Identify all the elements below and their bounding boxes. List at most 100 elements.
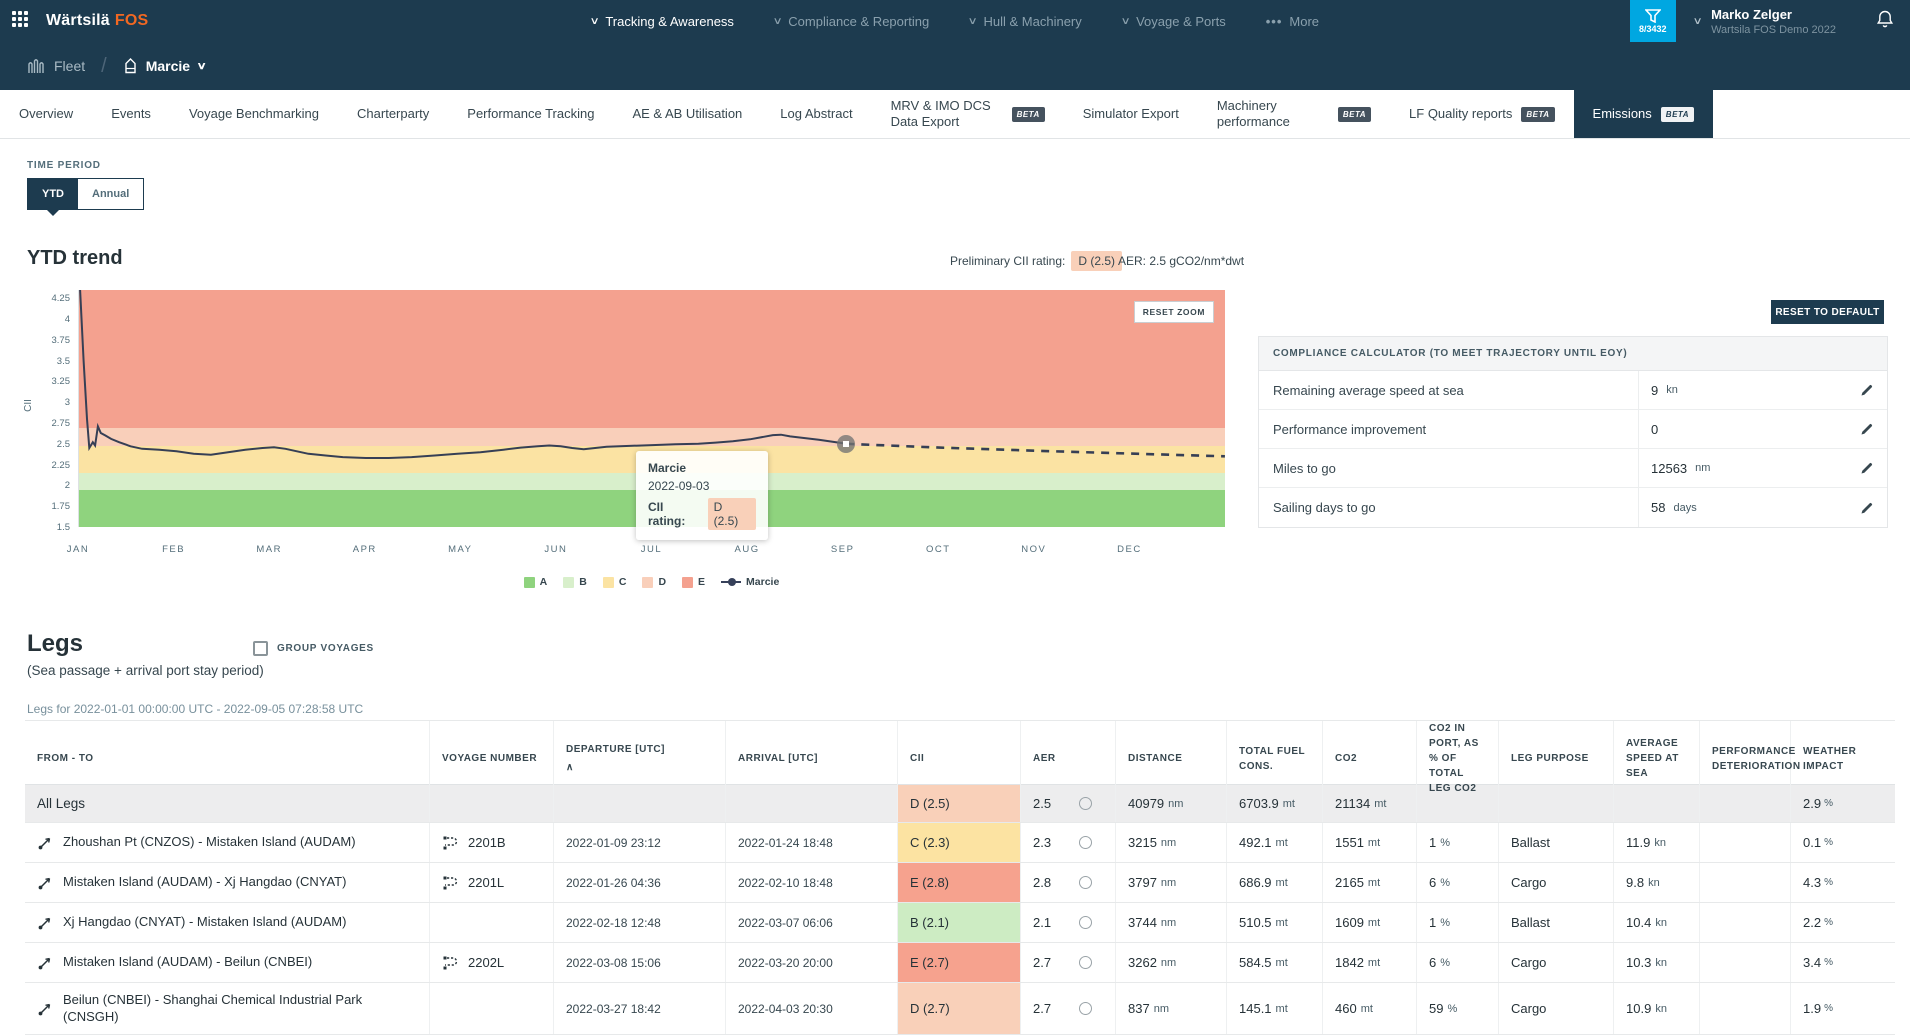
unit: mt [1276,957,1288,969]
chevron-down-icon: ∨ [590,16,600,27]
apps-grid-icon[interactable] [12,11,32,31]
table-row[interactable]: Xj Hangdao (CNYAT) - Mistaken Island (AU… [25,903,1895,943]
nav-item-tracking-awareness[interactable]: ∨Tracking & Awareness [591,14,734,29]
nav-item-label: Hull & Machinery [984,14,1082,29]
cell-weather-impact: 2.9% [1791,785,1895,822]
cell-total-fuel: 6703.9mt [1227,785,1323,822]
edit-button[interactable] [1847,501,1887,515]
table-row-all-legs[interactable]: All LegsD (2.5)2.540979nm6703.9mt21134mt… [25,785,1895,823]
fleet-filter-button[interactable]: 8/3432 [1630,0,1676,42]
time-period-option-ytd[interactable]: YTD [28,179,78,209]
reset-zoom-button[interactable]: RESET ZOOM [1134,301,1214,323]
edit-button[interactable] [1847,461,1887,475]
checkbox[interactable] [253,641,268,656]
user-menu[interactable]: Marko Zelger Wartsila FOS Demo 2022 [1711,7,1836,36]
unit: mt [1368,917,1380,929]
tab-label: Charterparty [357,106,429,122]
chevron-down-icon[interactable]: ∨ [1692,16,1702,27]
tooltip-vessel: Marcie [648,461,756,475]
percent-sign: % [1824,1003,1833,1014]
speed-value: 10.3 [1626,955,1651,970]
tab-performance-tracking[interactable]: Performance Tracking [448,90,613,138]
time-period-option-annual[interactable]: Annual [78,179,143,209]
reset-to-default-button[interactable]: RESET TO DEFAULT [1771,300,1884,324]
tab-simulator-export[interactable]: Simulator Export [1064,90,1198,138]
from-to-text: Zhoushan Pt (CNZOS) - Mistaken Island (A… [63,834,356,851]
tab-overview[interactable]: Overview [0,90,92,138]
cell-total-fuel: 510.5mt [1227,903,1323,942]
info-icon[interactable] [1079,1002,1092,1015]
table-row[interactable]: Mistaken Island (AUDAM) - Xj Hangdao (CN… [25,863,1895,903]
cii-trend-chart[interactable]: RESET ZOOM Marcie 2022-09-03 CII rating:… [78,290,1225,527]
info-icon[interactable] [1079,797,1092,810]
app-logo: WärtsiläFOS [46,12,148,30]
notifications-bell-icon[interactable] [1876,9,1894,34]
chart-legend: ABCDEMarcie [78,576,1225,588]
cell-weather-impact: 0.1% [1791,823,1895,862]
aer-value: 2.7 [1033,1001,1051,1016]
chevron-down-icon: ∨ [772,16,782,27]
table-row[interactable]: Beilun (CNBEI) - Shanghai Chemical Indus… [25,983,1895,1035]
cell-leg-purpose [1499,785,1614,822]
tab-machinery-performance[interactable]: Machinery performanceBETA [1198,90,1390,138]
nav-item-more[interactable]: •••More [1266,14,1319,29]
vessel-selector[interactable]: Marcie ∨ [123,58,206,74]
weather-impact-value: 2.2 [1803,915,1821,930]
unit: mt [1368,837,1380,849]
tab-mrv-imo-dcs-data-export[interactable]: MRV & IMO DCS Data ExportBETA [872,90,1064,138]
voyage-icon [442,875,459,891]
info-icon[interactable] [1079,956,1092,969]
tab-charterparty[interactable]: Charterparty [338,90,448,138]
cell-distance: 3215nm [1116,823,1227,862]
cell-arrival: 2022-04-03 20:30 [726,983,898,1034]
tab-lf-quality-reports[interactable]: LF Quality reportsBETA [1390,90,1574,138]
legend-item-a: A [524,576,548,588]
y-tick: 1.75 [24,501,70,512]
vessel-name: Marcie [146,58,190,74]
value: 3797 [1128,875,1157,890]
legend-item-e: E [682,576,705,588]
voyage-icon [442,835,459,851]
cell-voyage-number: 2201B [430,823,554,862]
cell-cii: D (2.7) [898,983,1021,1034]
edit-button[interactable] [1847,422,1887,436]
top-app-bar: WärtsiläFOS ∨Tracking & Awareness ∨Compli… [0,0,1910,42]
x-axis-labels: JANFEBMARAPRMAYJUNJULAUGSEPOCTNOVDEC [78,544,1225,558]
table-row[interactable]: Zhoushan Pt (CNZOS) - Mistaken Island (A… [25,823,1895,863]
unit: mt [1276,1003,1288,1015]
edit-button[interactable] [1847,383,1887,397]
cell-performance-deterioration [1700,823,1791,862]
tab-ae-ab-utilisation[interactable]: AE & AB Utilisation [613,90,761,138]
nav-item-voyage-ports[interactable]: ∨Voyage & Ports [1122,14,1226,29]
tab-events[interactable]: Events [92,90,170,138]
cell-co2: 2165mt [1323,863,1417,902]
tab-voyage-benchmarking[interactable]: Voyage Benchmarking [170,90,338,138]
nav-item-hull-machinery[interactable]: ∨Hull & Machinery [969,14,1082,29]
time-period-label: TIME PERIOD [27,160,101,171]
info-icon[interactable] [1079,876,1092,889]
value: 1842 [1335,955,1364,970]
cell-voyage-number: 2201L [430,863,554,902]
legs-subtitle: (Sea passage + arrival port stay period) [27,663,264,678]
group-voyages-checkbox[interactable]: GROUP VOYAGES [253,641,374,656]
speed-value: 11.9 [1626,835,1650,850]
weather-impact-value: 3.4 [1803,955,1821,970]
info-icon[interactable] [1079,916,1092,929]
legend-label: B [579,576,587,588]
nav-item-compliance-reporting[interactable]: ∨Compliance & Reporting [774,14,929,29]
aer-value: 2.7 [1033,955,1051,970]
tab-emissions[interactable]: EmissionsBETA [1574,90,1713,138]
unit: kn [1655,1003,1667,1015]
info-icon[interactable] [1079,836,1092,849]
x-tick-may: MAY [448,544,472,555]
cell-co2-in-port: 59% [1417,983,1499,1034]
tab-log-abstract[interactable]: Log Abstract [761,90,871,138]
value: 492.1 [1239,835,1272,850]
aer-value: 2.1 [1033,915,1051,930]
y-tick: 1.5 [24,522,70,533]
cell-departure: 2022-02-18 12:48 [554,903,726,942]
unit: nm [1161,957,1176,969]
breadcrumb-fleet[interactable]: Fleet [26,58,85,74]
table-row[interactable]: Mistaken Island (AUDAM) - Beilun (CNBEI)… [25,943,1895,983]
x-tick-jan: JAN [67,544,89,555]
